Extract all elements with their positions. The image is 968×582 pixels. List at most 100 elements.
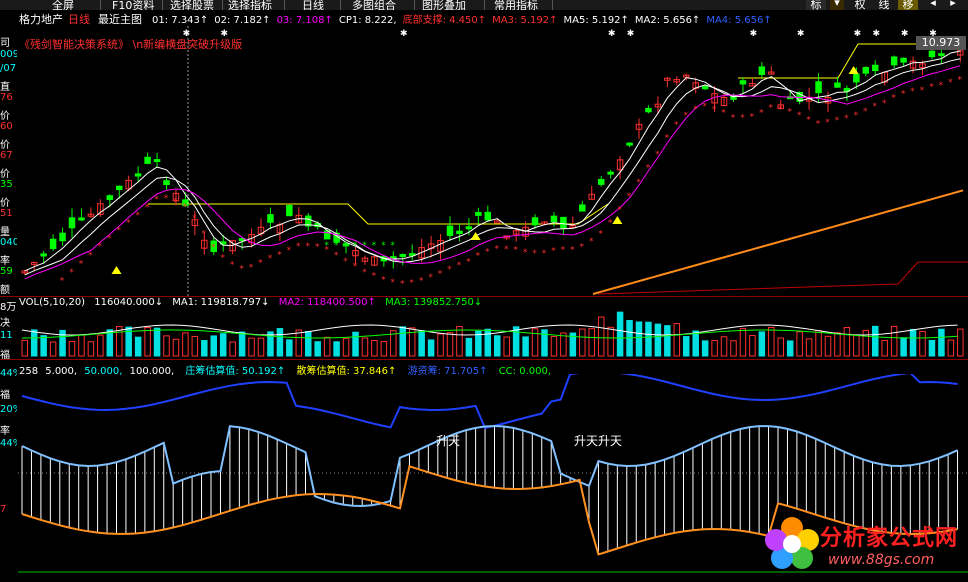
trailing-star: * [598, 230, 603, 240]
volume-bar [957, 328, 964, 357]
chart-name[interactable]: 最近主图 [98, 11, 142, 27]
trailing-star: * [239, 264, 244, 274]
btn-options-icon[interactable]: ▾ [830, 0, 844, 10]
candle-body [49, 238, 57, 250]
trailing-star: * [69, 268, 74, 278]
volume-bar [786, 340, 794, 357]
trailing-star: * [655, 150, 660, 160]
volume-bar [824, 335, 832, 357]
btn-left-arrow-icon[interactable]: ◂ [926, 0, 940, 10]
indicator-item: 03: 7.108↑ [276, 15, 333, 26]
trailing-star: * [561, 246, 566, 256]
volume-bar [692, 330, 699, 357]
volume-bar [153, 327, 161, 357]
consolidation-star: * [334, 241, 339, 251]
toolbar-multi-chart[interactable]: 多图组合 [352, 0, 396, 10]
btn-mark[interactable]: 标 [806, 0, 826, 10]
watermark-title: 分析家公式网 [820, 526, 959, 551]
volume-bar [503, 336, 510, 357]
volume-bar [361, 337, 369, 357]
trailing-star: * [769, 104, 774, 114]
toolbar-overlay[interactable]: 图形叠加 [422, 0, 466, 10]
trailing-star: * [636, 178, 641, 188]
trailing-star: * [391, 278, 396, 288]
annotation-shengtian-2: 升天升天 [574, 434, 623, 448]
toolbar-select-indicator[interactable]: 选择指标 [228, 0, 272, 10]
buy-triangle [848, 66, 859, 74]
candle-body [399, 254, 406, 258]
trailing-star: * [787, 107, 792, 117]
volume-bar [305, 331, 312, 357]
volume-bar [97, 334, 104, 357]
btn-right-arrow-icon[interactable]: ▸ [946, 0, 960, 10]
btn-rights[interactable]: 权 [852, 0, 868, 10]
trailing-star: * [958, 76, 963, 86]
volume-chart[interactable] [18, 298, 968, 358]
volume-bar [720, 336, 728, 357]
left-axis-label: 直 [0, 81, 10, 93]
candle-body [40, 253, 47, 257]
candle-body [815, 81, 822, 94]
ma-magenta-line [24, 65, 961, 280]
trailing-star: * [381, 275, 386, 285]
btn-move[interactable]: 移 [898, 0, 918, 10]
volume-bar [371, 340, 378, 357]
watermark-url: www.88gs.com [828, 552, 935, 568]
trailing-star: * [759, 109, 764, 119]
volume-bar [579, 328, 586, 357]
btn-line[interactable]: 线 [876, 0, 892, 10]
toolbar-common-indicator[interactable]: 常用指标 [494, 0, 538, 10]
left-axis-label: 67 [0, 150, 13, 161]
volume-bar [909, 328, 917, 357]
consolidation-star: * [362, 241, 367, 251]
trailing-star: * [230, 260, 235, 270]
volume-bar [134, 336, 142, 357]
left-axis-label: 价 [0, 139, 10, 151]
candle-body [701, 85, 709, 90]
trailing-star: * [617, 205, 622, 215]
vol-left-axis: 8万决 11 福 [0, 298, 17, 361]
trailing-star: * [258, 258, 263, 268]
toolbar-select-stock[interactable]: 选择股票 [170, 0, 214, 10]
left-axis-label: 率 [0, 255, 10, 267]
period-label[interactable]: 日线 [68, 11, 90, 27]
lower-left-label: 44% [0, 438, 17, 449]
candle-body [446, 225, 454, 236]
trailing-star: * [551, 246, 556, 256]
trailing-star: * [702, 102, 707, 112]
toolbar-fullscreen[interactable]: 全屏 [52, 0, 74, 10]
trailing-star: * [929, 83, 934, 93]
trailing-star: * [712, 105, 717, 115]
stock-name[interactable]: 格力地产 [19, 11, 63, 27]
trailing-star: * [797, 111, 802, 121]
candle-body [890, 56, 898, 66]
trailing-star: * [372, 272, 377, 282]
trailing-star: * [513, 246, 518, 256]
volume-bar [21, 339, 28, 357]
toolbar-separator [484, 0, 485, 10]
consolidation-star: * [353, 241, 358, 251]
indicator-item: MA4: 5.656↑ [706, 15, 772, 26]
trailing-star: * [353, 262, 358, 272]
volume-bar [106, 329, 114, 357]
candle-body [834, 82, 841, 88]
trailing-star: * [835, 116, 840, 126]
trailing-star: * [854, 111, 859, 121]
volume-bar [560, 332, 567, 357]
trailing-star: * [750, 113, 755, 123]
toolbar-daily[interactable]: 日线 [302, 0, 324, 10]
trailing-star: * [504, 245, 509, 255]
trailing-star: * [400, 279, 405, 289]
left-axis: 司 009/07 直 76 价 60 价 67 价 35 价 51 量 040 率 59 额 [0, 34, 17, 304]
main-chart[interactable]: * * * * * * * * * * * * * * * * * * * * * * * * * * * * * * * * * * * * * * * *… [18, 26, 968, 296]
trailing-star: * [117, 226, 122, 236]
volume-bar [664, 325, 671, 357]
indicator-item: MA3: 5.192↑ [492, 15, 558, 26]
toolbar-f10[interactable]: F10资料 [112, 0, 154, 10]
volume-bar [68, 341, 76, 357]
trailing-star: * [135, 211, 140, 221]
volume-bar [683, 336, 690, 357]
trailing-star: * [126, 218, 131, 228]
candle-body [144, 156, 151, 164]
candle-body [626, 142, 633, 146]
